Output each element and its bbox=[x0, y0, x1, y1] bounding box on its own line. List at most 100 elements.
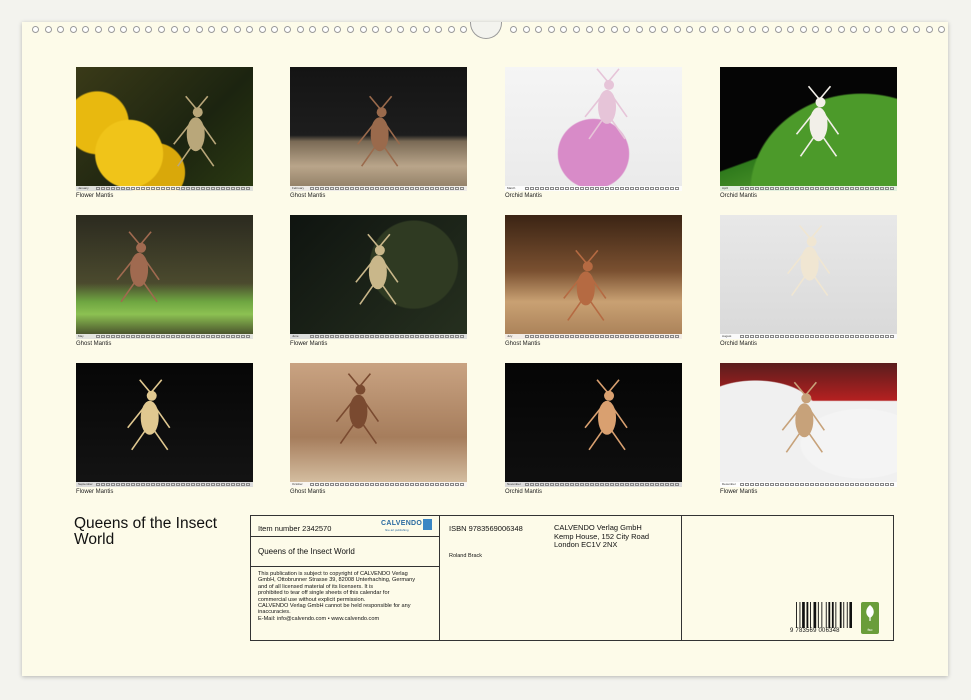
binding-hole bbox=[435, 26, 443, 33]
mantis-icon bbox=[781, 381, 825, 453]
month-name: March bbox=[507, 186, 516, 190]
mantis-photo: February bbox=[290, 67, 467, 191]
binding-hole bbox=[410, 26, 417, 33]
binding-hole bbox=[170, 26, 178, 33]
isbn: ISBN 9783569006348 bbox=[449, 524, 523, 533]
binding-hole bbox=[736, 26, 744, 33]
binding-hole bbox=[585, 26, 593, 33]
mantis-icon bbox=[355, 233, 399, 305]
binding-hole bbox=[120, 26, 128, 33]
binding-hole bbox=[888, 26, 895, 33]
binding-hole bbox=[749, 26, 757, 33]
tree-icon bbox=[866, 605, 874, 621]
legal-line: E-Mail: info@calvendo.com • www.calvendo… bbox=[258, 615, 380, 622]
binding-hole bbox=[547, 26, 555, 33]
photo-caption: Orchid Mantis bbox=[720, 193, 758, 199]
binding-hole bbox=[347, 26, 354, 33]
binding-hole bbox=[334, 26, 342, 33]
publisher-address: CALVENDO Verlag GmbH Kemp House, 152 City… bbox=[554, 523, 649, 550]
mantis-icon bbox=[127, 379, 171, 451]
divider bbox=[251, 536, 439, 537]
month-name: April bbox=[722, 186, 729, 190]
binding-hole bbox=[233, 26, 241, 33]
binding-hole bbox=[598, 26, 606, 33]
photo-caption: Orchid Mantis bbox=[505, 193, 543, 199]
binding-hole bbox=[183, 26, 191, 33]
binding-hole bbox=[850, 26, 858, 33]
photo-caption: Flower Mantis bbox=[720, 489, 758, 495]
binding-hole bbox=[661, 26, 669, 33]
mantis-icon bbox=[563, 249, 607, 321]
binding-hole bbox=[221, 26, 228, 33]
binding-hole bbox=[648, 26, 656, 33]
month-day-strip: June bbox=[290, 334, 467, 339]
fsc-label: fsc bbox=[867, 627, 873, 632]
binding-hole bbox=[535, 26, 543, 33]
month-name: June bbox=[292, 334, 299, 338]
photo-caption: Orchid Mantis bbox=[505, 489, 543, 495]
binding-hole bbox=[321, 26, 329, 33]
month-name: September bbox=[78, 482, 93, 486]
photo-caption: Flower Mantis bbox=[290, 341, 328, 347]
binding-hole bbox=[397, 26, 405, 33]
binding-hole bbox=[573, 26, 580, 33]
binding-hole bbox=[724, 26, 732, 33]
month-day-strip: October bbox=[290, 482, 467, 487]
month-name: May bbox=[78, 334, 84, 338]
binding-hole bbox=[787, 26, 795, 33]
photo-caption: Ghost Mantis bbox=[505, 341, 541, 347]
binding-hole bbox=[623, 26, 631, 33]
binding-hole bbox=[258, 26, 266, 33]
calendar-title: Queens of the Insect World bbox=[74, 515, 218, 548]
binding-hole bbox=[774, 26, 782, 33]
product-title: Queens of the Insect World bbox=[258, 547, 355, 556]
mantis-photo: April bbox=[720, 67, 897, 191]
month-day-strip: December bbox=[720, 482, 897, 487]
photo-caption: Ghost Mantis bbox=[290, 193, 326, 199]
binding-hole bbox=[422, 26, 430, 33]
divider bbox=[439, 516, 440, 640]
binding-hole bbox=[296, 26, 304, 33]
month-day-strip: May bbox=[76, 334, 253, 339]
binding-hole bbox=[145, 26, 153, 33]
binding-hole bbox=[522, 26, 530, 33]
binding-hole bbox=[837, 26, 845, 33]
publisher-line: London EC1V 2NX bbox=[554, 540, 618, 549]
binding-hole bbox=[812, 26, 820, 33]
month-name: December bbox=[722, 482, 736, 486]
calvendo-logo-icon bbox=[423, 519, 432, 530]
binding-hole bbox=[925, 26, 933, 33]
mantis-icon bbox=[335, 373, 380, 445]
legal-notice: This publication is subject to copyright… bbox=[258, 571, 436, 622]
binding-hole bbox=[284, 26, 291, 33]
binding-hole bbox=[610, 26, 618, 33]
mantis-icon bbox=[584, 379, 628, 451]
binding-hole bbox=[372, 26, 380, 33]
binding-hole bbox=[246, 26, 254, 33]
month-name: August bbox=[722, 334, 732, 338]
month-day-strip: January bbox=[76, 186, 253, 191]
binding-hole bbox=[309, 26, 317, 33]
binding-hole bbox=[95, 26, 102, 33]
binding-hole bbox=[686, 26, 694, 33]
binding-hole bbox=[875, 26, 883, 33]
binding-hole bbox=[384, 26, 392, 33]
month-name: November bbox=[507, 482, 521, 486]
month-day-strip: November bbox=[505, 482, 682, 487]
binding-hole bbox=[158, 26, 165, 33]
mantis-photo: September bbox=[76, 363, 253, 487]
photo-caption: Flower Mantis bbox=[76, 193, 114, 199]
mantis-icon bbox=[584, 68, 628, 140]
binding-hole bbox=[195, 26, 203, 33]
binding-hole bbox=[107, 26, 115, 33]
binding-hole bbox=[913, 26, 921, 33]
month-day-strip: August bbox=[720, 334, 897, 339]
binding-hole bbox=[460, 26, 468, 33]
binding-hole bbox=[900, 26, 908, 33]
mantis-icon bbox=[357, 95, 401, 167]
month-day-strip: April bbox=[720, 186, 897, 191]
mantis-icon bbox=[787, 225, 831, 297]
binding-hole bbox=[560, 26, 568, 33]
binding-hole bbox=[711, 26, 719, 33]
calvendo-tagline: fine art publishing bbox=[385, 528, 409, 532]
